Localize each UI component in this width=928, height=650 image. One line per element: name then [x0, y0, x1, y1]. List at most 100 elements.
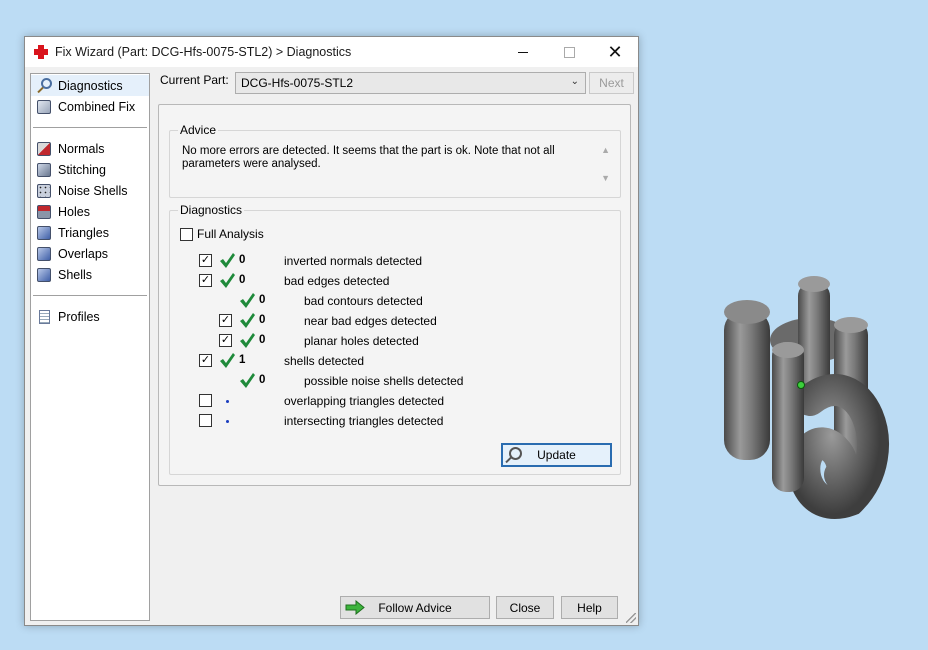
profiles-icon [35, 308, 53, 326]
diagnostic-checkbox[interactable]: ✓ [219, 314, 232, 327]
fix-wizard-window: Fix Wizard (Part: DCG-Hfs-0075-STL2) > D… [24, 36, 639, 626]
diagnostic-label: inverted normals detected [284, 254, 423, 268]
normals-icon [35, 140, 53, 158]
diagnostic-count: 0 [239, 274, 246, 286]
current-part-value: DCG-Hfs-0075-STL2 [241, 76, 354, 90]
close-window-button[interactable]: ✕ [592, 37, 638, 67]
sidebar-item-stitching[interactable]: Stitching [31, 159, 149, 180]
sidebar-item-label: Stitching [58, 162, 106, 177]
triangles-icon [35, 224, 53, 242]
overlaps-icon [35, 245, 53, 263]
sidebar-item-diagnostics[interactable]: Diagnostics [31, 75, 149, 96]
diagnostic-count: 0 [259, 294, 266, 306]
sidebar-item-combined-fix[interactable]: Combined Fix [31, 96, 149, 117]
update-button[interactable]: Update [501, 443, 612, 467]
diagnostic-count: 0 [239, 254, 246, 266]
diagnostic-row: 0 bad contours detected [170, 291, 610, 311]
diagnostic-count: 0 [259, 314, 266, 326]
diagnostic-label: possible noise shells detected [304, 374, 464, 388]
title-bar: Fix Wizard (Part: DCG-Hfs-0075-STL2) > D… [25, 37, 638, 67]
sidebar-item-label: Profiles [58, 309, 100, 324]
update-button-label: Update [537, 448, 576, 462]
sidebar-divider [33, 127, 147, 128]
current-part-select[interactable]: DCG-Hfs-0075-STL2 ⌄ [235, 72, 586, 94]
noise-shells-icon [35, 182, 53, 200]
scroll-up-icon[interactable]: ▲ [601, 145, 610, 155]
diagnostics-group: Diagnostics Full Analysis ✓ 0 inverted nor… [169, 203, 621, 475]
sidebar-item-label: Shells [58, 267, 93, 282]
diagnostic-count: 0 [259, 374, 266, 386]
combined-fix-icon [35, 98, 53, 116]
3d-part-preview[interactable] [700, 270, 900, 520]
full-analysis-checkbox[interactable] [180, 227, 193, 241]
diagnostic-checkbox[interactable]: ✓ [199, 354, 212, 367]
diagnostic-row: ✓ 1 shells detected [170, 351, 610, 371]
follow-advice-button[interactable]: Follow Advice [340, 596, 490, 619]
close-button[interactable]: Close [496, 596, 554, 619]
diagnostic-checkbox[interactable]: ✓ [199, 254, 212, 267]
sidebar-item-noise-shells[interactable]: Noise Shells [31, 180, 149, 201]
magnifier-icon [35, 77, 53, 95]
sidebar-item-overlaps[interactable]: Overlaps [31, 243, 149, 264]
app-cross-icon [33, 44, 49, 60]
sidebar-item-normals[interactable]: Normals [31, 138, 149, 159]
sidebar: Diagnostics Combined Fix Normals Stitchi… [30, 73, 150, 621]
diagnostic-count: 1 [239, 354, 246, 366]
diagnostic-label: shells detected [284, 354, 365, 368]
full-analysis-option[interactable]: Full Analysis [180, 227, 264, 241]
holes-icon [35, 203, 53, 221]
sidebar-item-label: Holes [58, 204, 90, 219]
not-analysed-dot-icon [226, 420, 229, 423]
sidebar-item-holes[interactable]: Holes [31, 201, 149, 222]
diagnostic-checkbox[interactable] [199, 394, 212, 407]
help-button[interactable]: Help [561, 596, 618, 619]
sidebar-item-label: Diagnostics [58, 78, 123, 93]
sidebar-item-label: Noise Shells [58, 183, 128, 198]
next-button[interactable]: Next [589, 72, 634, 94]
diagnostic-row: overlapping triangles detected [170, 391, 610, 411]
advice-title: Advice [178, 123, 219, 137]
sidebar-item-triangles[interactable]: Triangles [31, 222, 149, 243]
diagnostic-checkbox[interactable]: ✓ [219, 334, 232, 347]
sidebar-divider [33, 295, 147, 296]
magnifier-icon [509, 447, 522, 460]
diagnostic-label: bad edges detected [284, 274, 390, 288]
green-check-icon [220, 273, 235, 288]
green-check-icon [240, 313, 255, 328]
diagnostic-row: ✓ 0 planar holes detected [170, 331, 610, 351]
green-check-icon [240, 373, 255, 388]
window-title: Fix Wizard (Part: DCG-Hfs-0075-STL2) > D… [55, 45, 352, 59]
diagnostic-label: planar holes detected [304, 334, 419, 348]
green-check-icon [220, 353, 235, 368]
follow-advice-label: Follow Advice [378, 600, 452, 615]
advice-text: No more errors are detected. It seems th… [182, 145, 555, 170]
diagnostics-title: Diagnostics [178, 203, 245, 217]
diagnostics-panel: Advice No more errors are detected. It s… [158, 104, 631, 486]
diagnostic-count: 0 [259, 334, 266, 346]
current-part-label: Current Part: [160, 73, 229, 87]
diagnostic-row: ✓ 0 bad edges detected [170, 271, 610, 291]
advice-group: Advice No more errors are detected. It s… [169, 123, 621, 198]
sidebar-item-shells[interactable]: Shells [31, 264, 149, 285]
shells-icon [35, 266, 53, 284]
sidebar-item-label: Overlaps [58, 246, 109, 261]
chevron-down-icon: ⌄ [570, 76, 579, 87]
diagnostic-label: overlapping triangles detected [284, 394, 445, 408]
resize-grip[interactable] [626, 613, 636, 623]
diagnostic-label: bad contours detected [304, 294, 423, 308]
green-check-icon [220, 253, 235, 268]
not-analysed-dot-icon [226, 400, 229, 403]
sidebar-item-label: Normals [58, 141, 105, 156]
scroll-down-icon[interactable]: ▼ [601, 173, 610, 183]
diagnostic-row: intersecting triangles detected [170, 411, 610, 431]
diagnostic-checkbox[interactable]: ✓ [199, 274, 212, 287]
diagnostic-checkbox[interactable] [199, 414, 212, 427]
green-check-icon [240, 333, 255, 348]
sidebar-item-label: Combined Fix [58, 99, 136, 114]
diagnostic-row: 0 possible noise shells detected [170, 371, 610, 391]
minimize-button[interactable] [500, 37, 546, 67]
sidebar-item-profiles[interactable]: Profiles [31, 306, 149, 327]
maximize-button[interactable] [546, 37, 592, 67]
green-check-icon [240, 293, 255, 308]
stitching-icon [35, 161, 53, 179]
